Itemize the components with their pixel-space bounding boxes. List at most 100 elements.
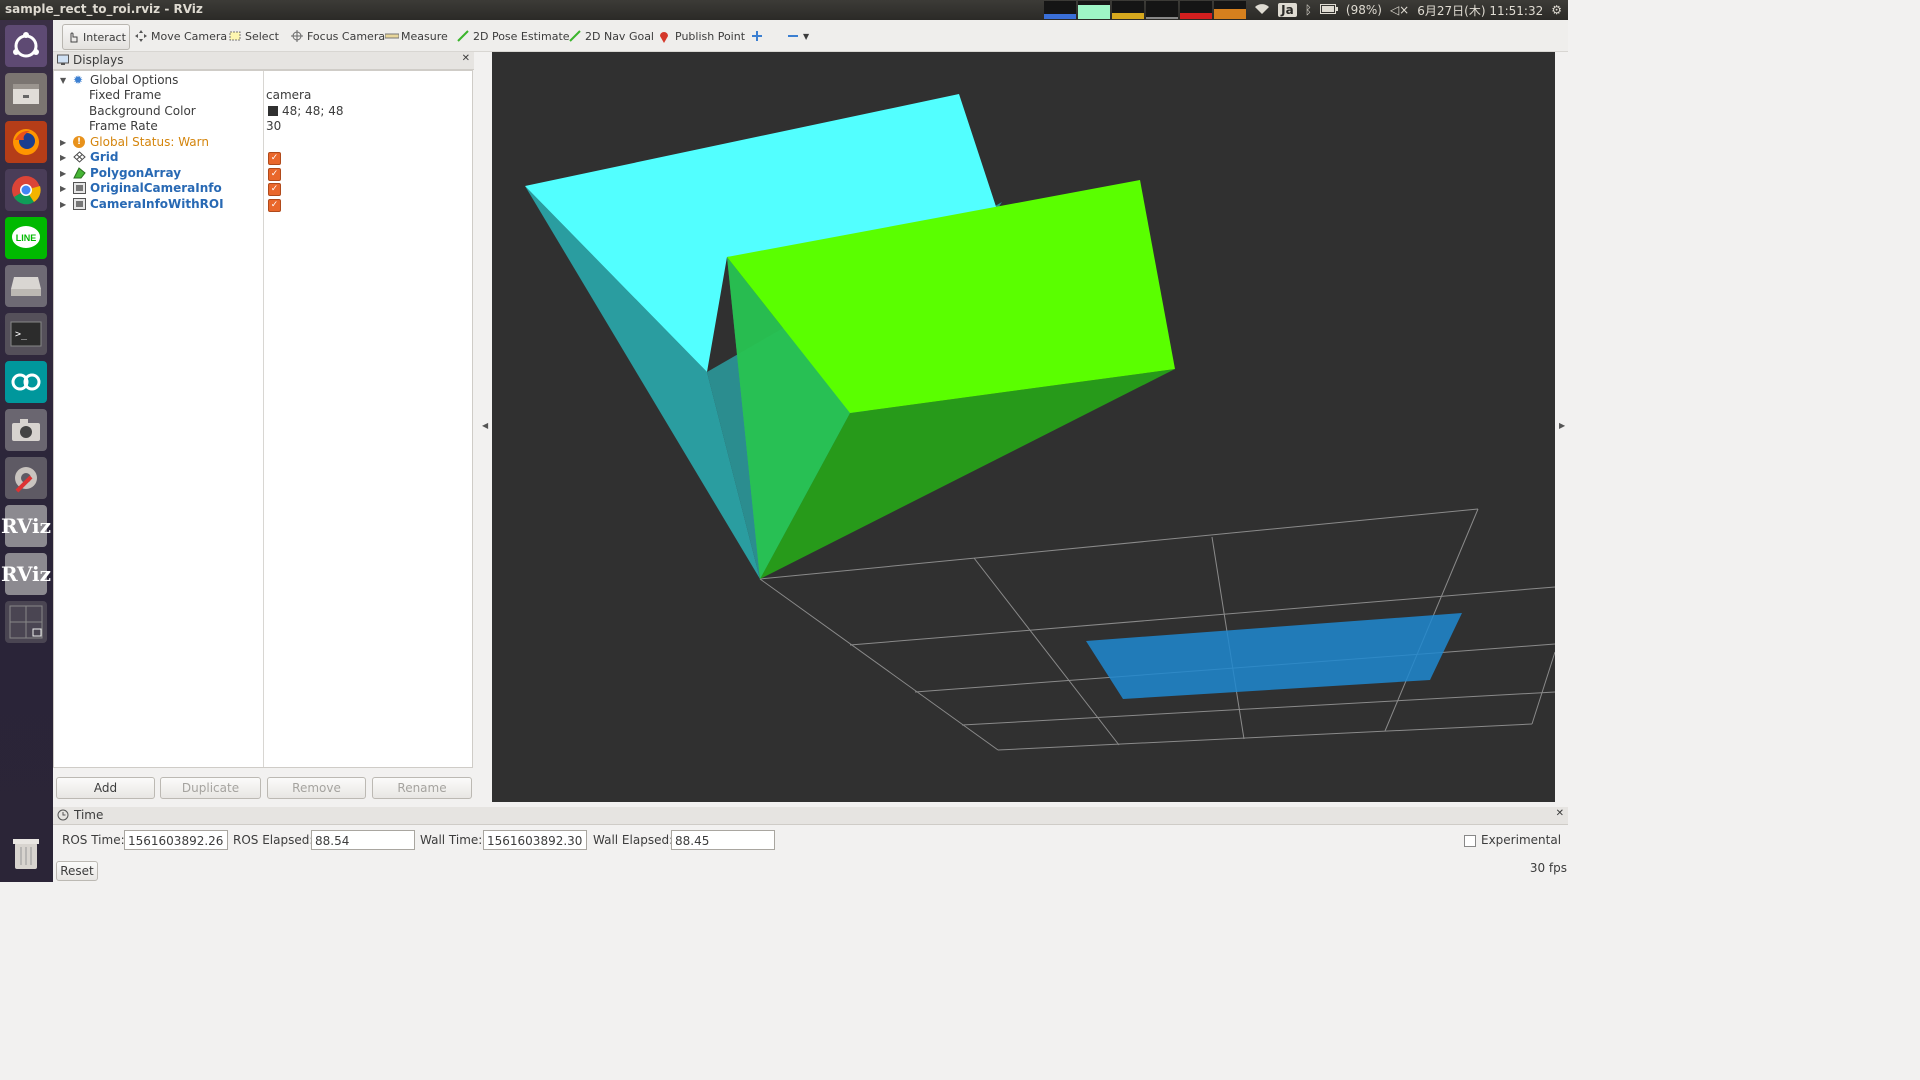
workspace-switcher-icon[interactable] (5, 601, 47, 643)
rviz-toolbar: Interact Move Camera Select Focus Camera… (53, 20, 1568, 52)
wall-elapsed-field[interactable]: 88.45 (671, 830, 775, 850)
battery-icon[interactable] (1319, 3, 1338, 17)
interact-tool-button[interactable]: Interact (62, 24, 130, 50)
grid-icon (73, 151, 86, 167)
rviz-icon[interactable]: RViz (1, 505, 51, 547)
ros-time-label: ROS Time: (62, 833, 125, 847)
global-status-label: Global Status: Warn (90, 135, 209, 149)
frame-rate-label: Frame Rate (89, 119, 158, 133)
remove-display-button[interactable]: Remove (267, 777, 366, 799)
collapse-right-icon[interactable]: ▶ (1559, 421, 1565, 430)
display-enable-checkbox[interactable]: ✓ (268, 199, 281, 212)
battery-percent: (98%) (1345, 3, 1382, 17)
tree-row-grid[interactable]: ▶ Grid ✓ (54, 150, 472, 165)
tree-row-background-color[interactable]: Background Color 48; 48; 48 (54, 104, 472, 119)
settings-gear-icon[interactable]: ⚙ (1551, 3, 1562, 17)
global-options-label: Global Options (90, 73, 179, 87)
files-icon[interactable] (5, 73, 47, 115)
collapse-left-icon[interactable]: ◀ (482, 421, 488, 430)
publish-point-tool-button[interactable]: Publish Point (655, 24, 749, 48)
displays-tree[interactable]: ▼ ✹ Global Options Fixed Frame camera Ba… (53, 70, 473, 768)
add-tool-button[interactable] (747, 24, 767, 48)
wall-elapsed-label: Wall Elapsed: (593, 833, 674, 847)
system-settings-icon[interactable] (5, 457, 47, 499)
trash-icon[interactable] (5, 832, 47, 874)
time-panel: Time ✕ ROS Time: 1561603892.26 ROS Elaps… (53, 807, 1568, 882)
display-enable-checkbox[interactable]: ✓ (268, 168, 281, 181)
bluetooth-icon[interactable]: ᛒ (1305, 3, 1312, 17)
render-viewport[interactable] (492, 52, 1555, 802)
remove-tool-button[interactable]: ▼ (783, 24, 813, 48)
volume-icon[interactable]: ◁× (1390, 3, 1409, 17)
displays-panel: Displays ✕ ▼ ✹ Global Options Fixed Fram… (53, 52, 474, 802)
wall-time-label: Wall Time: (420, 833, 483, 847)
drive-icon[interactable] (5, 265, 47, 307)
display-item-label: Grid (90, 150, 119, 164)
tree-row-original-camera-info[interactable]: ▶ OriginalCameraInfo ✓ (54, 181, 472, 196)
display-enable-checkbox[interactable]: ✓ (268, 183, 281, 196)
camera-icon[interactable] (5, 409, 47, 451)
expand-arrow-icon[interactable]: ▶ (60, 197, 66, 212)
focus-camera-tool-button[interactable]: Focus Camera (287, 24, 389, 48)
expand-arrow-icon[interactable]: ▶ (60, 135, 66, 150)
background-color-value[interactable]: 48; 48; 48 (282, 104, 344, 119)
ros-elapsed-label: ROS Elapsed: (233, 833, 314, 847)
keyboard-indicator[interactable]: Ja (1278, 3, 1297, 17)
close-panel-icon[interactable]: ✕ (1556, 808, 1564, 819)
display-enable-checkbox[interactable]: ✓ (268, 152, 281, 165)
crosshair-icon (291, 30, 303, 42)
clock-icon (57, 809, 69, 824)
nav-goal-tool-button[interactable]: 2D Nav Goal (565, 24, 658, 48)
wifi-icon[interactable] (1254, 3, 1270, 18)
measure-tool-button[interactable]: Measure (381, 24, 452, 48)
close-panel-icon[interactable]: ✕ (462, 53, 470, 64)
tree-row-global-status[interactable]: ▶ ! Global Status: Warn (54, 135, 472, 150)
color-swatch[interactable] (268, 106, 278, 116)
experimental-checkbox[interactable] (1464, 835, 1476, 847)
rename-display-button[interactable]: Rename (372, 777, 472, 799)
svg-text:LINE: LINE (16, 233, 37, 243)
tree-row-global-options[interactable]: ▼ ✹ Global Options (54, 73, 472, 88)
terminal-icon[interactable]: >_ (5, 313, 47, 355)
frame-rate-value[interactable]: 30 (266, 119, 281, 134)
green-arrow-icon (569, 30, 581, 42)
fps-readout: 30 fps (1529, 861, 1567, 875)
duplicate-display-button[interactable]: Duplicate (160, 777, 261, 799)
add-display-button[interactable]: Add (56, 777, 155, 799)
pose-estimate-tool-button[interactable]: 2D Pose Estimate (453, 24, 574, 48)
ros-time-field[interactable]: 1561603892.26 (124, 830, 228, 850)
system-monitor[interactable] (1044, 1, 1247, 19)
line-icon[interactable]: LINE (5, 217, 47, 259)
select-tool-button[interactable]: Select (225, 24, 283, 48)
clock[interactable]: 6月27日(木) 11:51:32 (1417, 2, 1543, 19)
ubuntu-dash-icon[interactable] (5, 25, 47, 67)
camera-info-icon (73, 182, 86, 198)
move-arrows-icon (135, 30, 147, 42)
reset-button[interactable]: Reset (56, 861, 98, 881)
expand-arrow-icon[interactable]: ▼ (60, 73, 66, 88)
chrome-icon[interactable] (5, 169, 47, 211)
minus-icon (787, 30, 799, 42)
tree-row-frame-rate[interactable]: Frame Rate 30 (54, 119, 472, 134)
system-tray: Ja ᛒ (98%) ◁× 6月27日(木) 11:51:32 ⚙ (1044, 0, 1562, 20)
hand-pointer-icon (67, 31, 79, 43)
wall-time-field[interactable]: 1561603892.30 (483, 830, 587, 850)
move-camera-tool-button[interactable]: Move Camera (131, 24, 231, 48)
tree-row-camera-info-with-roi[interactable]: ▶ CameraInfoWithROI ✓ (54, 197, 472, 212)
expand-arrow-icon[interactable]: ▶ (60, 166, 66, 181)
arduino-icon[interactable] (5, 361, 47, 403)
fixed-frame-value[interactable]: camera (266, 88, 311, 103)
monitor-icon (57, 54, 69, 69)
chevron-down-icon: ▼ (803, 31, 810, 41)
rviz-icon-active[interactable]: RViz (1, 553, 51, 595)
window-title: sample_rect_to_roi.rviz - RViz (5, 2, 203, 16)
expand-arrow-icon[interactable]: ▶ (60, 181, 66, 196)
tree-row-fixed-frame[interactable]: Fixed Frame camera (54, 88, 472, 103)
ros-elapsed-field[interactable]: 88.54 (311, 830, 415, 850)
top-panel: sample_rect_to_roi.rviz - RViz Ja ᛒ (98%… (0, 0, 1568, 20)
firefox-icon[interactable] (5, 121, 47, 163)
tree-row-polygon-array[interactable]: ▶ PolygonArray ✓ (54, 166, 472, 181)
map-pin-icon (659, 30, 671, 43)
scene-3d[interactable] (492, 52, 1555, 802)
expand-arrow-icon[interactable]: ▶ (60, 150, 66, 165)
